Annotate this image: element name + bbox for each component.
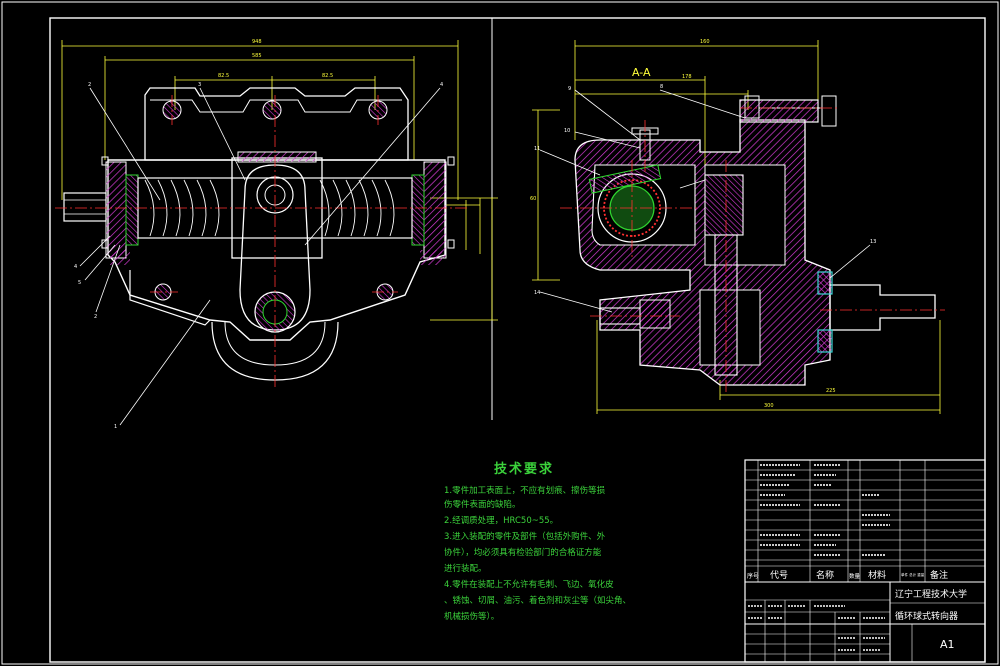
- tech-line: 4.零件在装配上不允许有毛刺、飞边、氧化皮: [444, 580, 614, 590]
- title-block: 序号 代号 名称 数量 材料 单件 总计 重量 备注 辽宁工程技术大学 循环球式…: [744, 459, 986, 663]
- university-name: 辽宁工程技术大学: [895, 588, 967, 600]
- svg-text:9: 9: [568, 86, 571, 92]
- svg-text:300: 300: [764, 403, 774, 409]
- parts-list-cols: [757, 460, 926, 582]
- outer-frame: [1, 1, 999, 665]
- header-material: 材料: [868, 569, 886, 581]
- drawing-name: 循环球式转向器: [895, 610, 958, 622]
- header-seq: 序号: [747, 572, 759, 580]
- left-view: 948 585 82.5 82.5 2 3 4 1 2 4 5: [55, 39, 498, 430]
- svg-text:82.5: 82.5: [322, 73, 333, 79]
- svg-text:5: 5: [78, 280, 81, 286]
- svg-text:3: 3: [198, 82, 201, 88]
- cad-drawing: 948 585 82.5 82.5 2 3 4 1 2 4 5 A-A 160 …: [1, 1, 999, 665]
- housing-upper-flange: [144, 87, 409, 161]
- svg-text:11: 11: [534, 146, 540, 152]
- svg-text:10: 10: [564, 128, 570, 134]
- tech-line: 伤零件表面的缺陷。: [444, 500, 521, 510]
- svg-text:4: 4: [74, 264, 77, 270]
- header-remark: 备注: [930, 569, 948, 581]
- tech-line: 机械损伤等）。: [444, 612, 500, 622]
- input-shaft: [63, 192, 107, 222]
- left-bearing: [125, 174, 139, 246]
- top-flange: [739, 99, 819, 123]
- tech-line: 2.经调质处理，HRC50~55。: [444, 516, 559, 526]
- end-bolts: [101, 156, 455, 249]
- svg-text:2: 2: [94, 314, 97, 320]
- tech-requirements-title: 技术要求: [494, 462, 555, 477]
- svg-text:60: 60: [530, 196, 536, 202]
- sheet-size: A1: [940, 638, 955, 651]
- title-block-header: 序号 代号 名称 数量 材料 单件 总计 重量 备注: [747, 569, 948, 581]
- right-view: A-A 160 178 60 300 225 9 8 10 11 13 14: [530, 39, 945, 414]
- svg-text:4: 4: [440, 82, 443, 88]
- oil-seal-lower: [817, 329, 833, 353]
- housing-side-hatch-right: [420, 250, 442, 265]
- svg-text:178: 178: [682, 74, 692, 80]
- left-end-cap: [105, 161, 127, 259]
- svg-text:948: 948: [252, 39, 262, 45]
- svg-text:585: 585: [252, 53, 262, 59]
- sector-gear: [704, 174, 744, 236]
- left-dim-texts: 948 585 82.5 82.5: [218, 39, 333, 79]
- title-lower-dashes: [748, 605, 885, 651]
- inner-frame: [49, 17, 986, 663]
- header-code: 代号: [770, 570, 788, 581]
- svg-text:13: 13: [870, 239, 876, 245]
- ball-nut-cap: [237, 151, 317, 163]
- right-bearing: [411, 174, 425, 246]
- left-leaders: [79, 87, 441, 426]
- svg-text:160: 160: [700, 39, 710, 45]
- tech-line: 协件），均必须具有检验部门的合格证方能: [444, 548, 602, 558]
- header-name: 名称: [816, 569, 834, 581]
- top-bolt-head-right: [821, 95, 837, 127]
- svg-text:225: 225: [826, 388, 836, 394]
- header-weight: 单件 总计 重量: [901, 572, 925, 577]
- tech-line: 进行装配。: [444, 564, 487, 574]
- svg-text:14: 14: [534, 290, 540, 296]
- section-label: A-A: [632, 66, 651, 79]
- bolt-hole-top-mid: [262, 100, 282, 120]
- right-end-cap: [423, 161, 447, 259]
- tech-line: 、锈蚀、切屑、油污、着色剂和灰尘等（如尖角、: [444, 596, 632, 606]
- output-shaft: [829, 284, 936, 331]
- oil-seal-upper: [817, 271, 833, 295]
- tech-line: 1.零件加工表面上，不应有划痕、擦伤等损: [444, 486, 606, 496]
- housing-side-hatch-left: [110, 250, 130, 265]
- svg-text:1: 1: [114, 424, 117, 430]
- svg-text:8: 8: [660, 84, 663, 90]
- header-qty: 数量: [849, 572, 861, 580]
- svg-text:82.5: 82.5: [218, 73, 229, 79]
- drain-plug-hatch: [639, 299, 671, 329]
- svg-text:2: 2: [88, 82, 91, 88]
- tech-line: 3.进入装配的零件及部件（包括外购件、外: [444, 532, 606, 542]
- left-bolt-holes: [154, 100, 394, 301]
